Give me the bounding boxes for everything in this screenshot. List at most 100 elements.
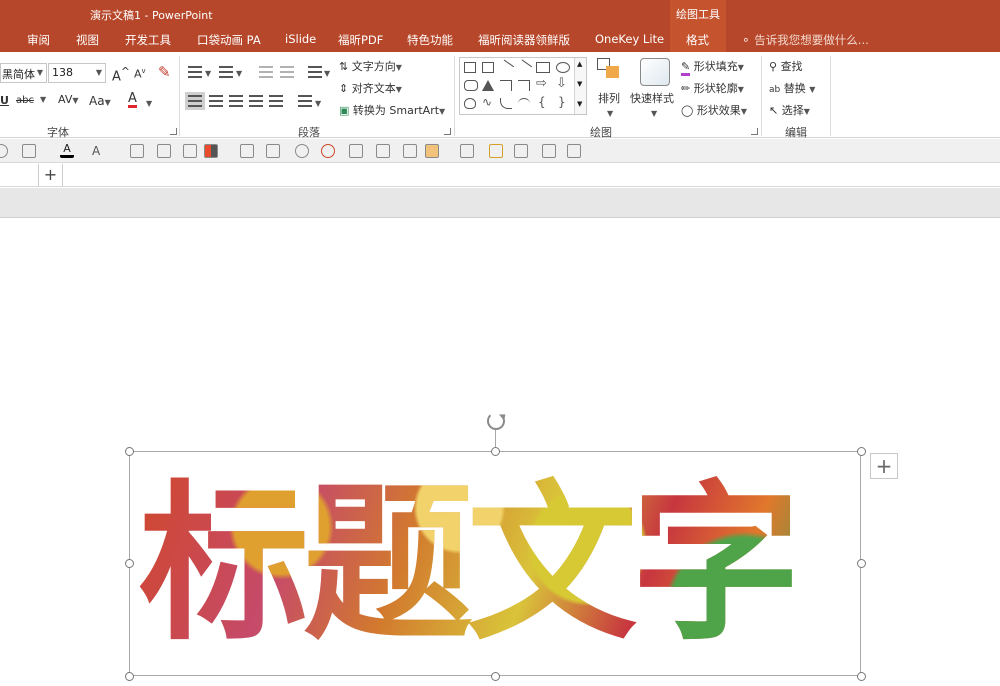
right-brace-shape-icon[interactable]: }: [558, 96, 570, 108]
crop-icon[interactable]: [321, 144, 335, 158]
arrow-line-shape-icon[interactable]: [515, 59, 533, 76]
resize-handle-top-left[interactable]: [125, 447, 134, 456]
text-effect-icon[interactable]: A: [92, 144, 106, 158]
shadow-dropdown[interactable]: ▼: [40, 95, 46, 104]
oval-shape-icon[interactable]: [556, 62, 570, 73]
character-spacing-button[interactable]: AV▼: [58, 93, 79, 106]
align-center-icon[interactable]: [209, 95, 223, 107]
shape-outline-button[interactable]: ✏ 形状轮廓▼: [681, 80, 744, 96]
tab-special-features[interactable]: 特色功能: [407, 32, 453, 48]
tab-developer[interactable]: 开发工具: [125, 32, 171, 48]
change-case-button[interactable]: Aa▼: [89, 94, 111, 108]
resize-handle-left[interactable]: [125, 559, 134, 568]
edit-points-icon[interactable]: [22, 144, 36, 158]
quick-styles-dropdown[interactable]: ▼: [651, 106, 657, 119]
font-color-dropdown[interactable]: ▼: [146, 96, 152, 109]
gallery-up-icon[interactable]: ▲: [577, 60, 582, 68]
numbering-icon[interactable]: [219, 66, 233, 78]
chart-icon[interactable]: [376, 144, 390, 158]
arrange-button[interactable]: 排列: [598, 90, 620, 106]
fill-color-icon[interactable]: [204, 144, 218, 158]
left-brace-shape-icon[interactable]: {: [538, 96, 550, 108]
bullets-icon[interactable]: [188, 66, 202, 78]
tab-review[interactable]: 审阅: [27, 32, 50, 48]
elbow-connector-shape-icon[interactable]: [500, 80, 512, 91]
brush-icon[interactable]: [489, 144, 503, 158]
wordart-title-text[interactable]: 标题文字: [139, 470, 851, 660]
shape-fill-button[interactable]: ✎ 形状填充▼: [681, 58, 744, 76]
font-name-select[interactable]: 黑简体 ▼: [0, 63, 47, 83]
vertical-text-box-shape-icon[interactable]: [482, 62, 494, 73]
text-direction-button[interactable]: ⇅ 文字方向▼: [339, 58, 402, 74]
resize-handle-top[interactable]: [491, 447, 500, 456]
font-dialog-launcher-icon[interactable]: [170, 128, 177, 135]
columns-icon[interactable]: [298, 95, 312, 107]
tab-format[interactable]: 格式: [686, 32, 709, 48]
tab-foxit-reader[interactable]: 福昕阅读器领鲜版: [478, 32, 570, 48]
format-painter-icon[interactable]: [460, 144, 474, 158]
size-icon[interactable]: [542, 144, 556, 158]
tab-foxit-pdf[interactable]: 福昕PDF: [338, 32, 383, 48]
quick-styles-button[interactable]: 快速样式: [630, 90, 674, 106]
arrange-dropdown[interactable]: ▼: [607, 106, 613, 119]
right-arrow-shape-icon[interactable]: ⇨: [536, 77, 548, 90]
shape-effects-button[interactable]: ◯ 形状效果▼: [681, 102, 747, 118]
shrink-font-button[interactable]: Av: [134, 67, 146, 81]
freeform-shape-icon[interactable]: [464, 98, 476, 109]
gallery-down-icon[interactable]: ▼: [577, 80, 582, 88]
decrease-indent-icon[interactable]: [259, 66, 273, 78]
rounded-rectangle-shape-icon[interactable]: [464, 80, 478, 91]
arc-shape-icon[interactable]: [518, 98, 530, 109]
text-color-icon[interactable]: A: [60, 143, 74, 158]
arrange-icon[interactable]: [597, 58, 623, 82]
numbering-dropdown[interactable]: ▼: [236, 66, 242, 79]
bullets-dropdown[interactable]: ▼: [205, 66, 211, 79]
distributed-icon[interactable]: [269, 95, 283, 107]
add-section-button[interactable]: +: [38, 164, 63, 186]
triangle-shape-icon[interactable]: [482, 80, 494, 91]
curve-connector-shape-icon[interactable]: [500, 98, 512, 109]
selection-pane-icon[interactable]: [567, 144, 581, 158]
distribute-icon[interactable]: [514, 144, 528, 158]
shape-style-icon[interactable]: [0, 144, 8, 158]
layout-options-button[interactable]: +: [870, 453, 898, 479]
grid-icon[interactable]: [130, 144, 144, 158]
strikethrough-button[interactable]: abc: [16, 95, 34, 106]
align-text-button[interactable]: ⇕ 对齐文本▼: [339, 80, 402, 96]
find-button[interactable]: ⚲ 查找: [769, 58, 803, 74]
underline-button[interactable]: U: [0, 94, 9, 107]
gallery-more-icon[interactable]: ▼: [577, 100, 582, 108]
tell-me-search[interactable]: ⚬ 告诉我您想要做什么...: [741, 32, 869, 48]
shape-gallery[interactable]: ⇨ ⇩ ∿ { } ▲ ▼ ▼: [459, 57, 587, 115]
group-objects-icon[interactable]: [183, 144, 197, 158]
scribble-shape-icon[interactable]: ∿: [482, 96, 494, 108]
bring-forward-icon[interactable]: [240, 144, 254, 158]
justify-icon[interactable]: [249, 95, 263, 107]
resize-handle-bottom[interactable]: [491, 672, 500, 681]
columns-dropdown[interactable]: ▼: [315, 96, 321, 109]
resize-handle-bottom-right[interactable]: [857, 672, 866, 681]
text-box-shape-icon[interactable]: [464, 62, 476, 73]
rotate-handle-icon[interactable]: [487, 412, 505, 430]
convert-smartart-button[interactable]: ▣ 转换为 SmartArt▼: [339, 102, 445, 118]
font-color-button[interactable]: A: [128, 92, 137, 108]
drawing-dialog-launcher-icon[interactable]: [751, 128, 758, 135]
line-spacing-dropdown[interactable]: ▼: [324, 66, 330, 79]
paragraph-dialog-launcher-icon[interactable]: [444, 128, 451, 135]
rectangle-shape-icon[interactable]: [536, 62, 550, 73]
down-arrow-shape-icon[interactable]: ⇩: [556, 77, 568, 90]
tab-view[interactable]: 视图: [76, 32, 99, 48]
select-button[interactable]: ↖ 选择▼: [769, 102, 810, 118]
line-shape-icon[interactable]: [497, 59, 515, 76]
replace-button[interactable]: ab 替换 ▼: [769, 80, 815, 96]
resize-handle-top-right[interactable]: [857, 447, 866, 456]
increase-indent-icon[interactable]: [280, 66, 294, 78]
resize-handle-right[interactable]: [857, 559, 866, 568]
font-size-select[interactable]: 138 ▼: [48, 63, 106, 83]
clear-formatting-icon[interactable]: ✎: [158, 63, 171, 81]
clipboard-icon[interactable]: [425, 144, 439, 158]
grow-font-button[interactable]: A^: [112, 65, 130, 84]
elbow-arrow-shape-icon[interactable]: [518, 80, 530, 91]
tab-pocket-animation[interactable]: 口袋动画 PA: [197, 32, 261, 48]
align-objects-icon[interactable]: [157, 144, 171, 158]
